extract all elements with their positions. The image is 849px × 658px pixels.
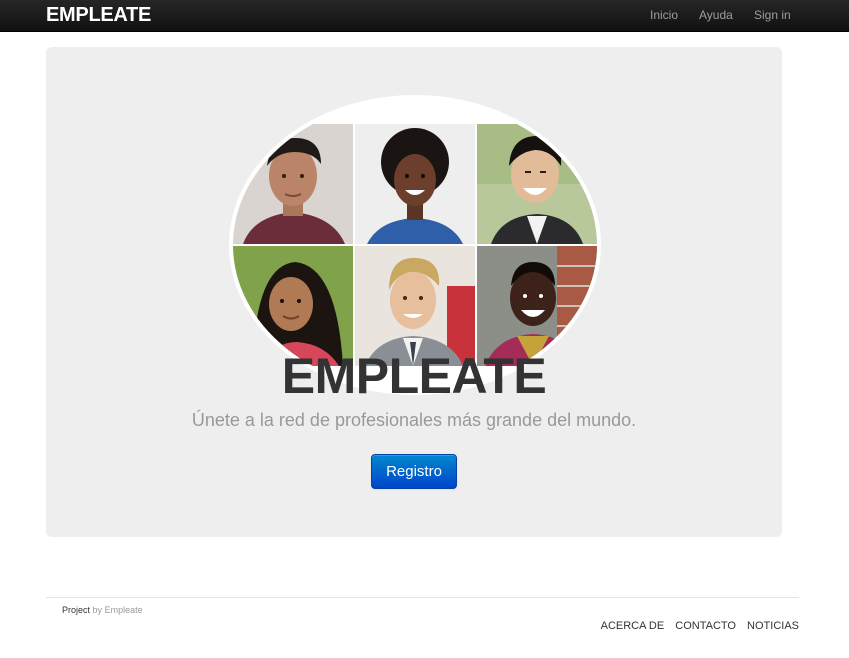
nav-link-sign-in[interactable]: Sign in (754, 8, 791, 22)
hero-unit: EMPLEATE Únete a la red de profesionales… (46, 47, 782, 537)
footer-divider (46, 597, 799, 598)
footer-link-noticias[interactable]: NOTICIAS (747, 620, 799, 632)
footer-link-acerca-de[interactable]: ACERCA DE (601, 620, 665, 632)
hero-subtitle: Únete a la red de profesionales más gran… (191, 410, 637, 430)
footer-credit: Project by Empleate (62, 605, 143, 615)
person-photo (355, 124, 475, 244)
footer-links: ACERCA DE CONTACTO NOTICIAS (593, 620, 799, 632)
footer-link-contacto[interactable]: CONTACTO (675, 620, 736, 632)
credit-by-text: by (92, 605, 103, 615)
nav-link-inicio[interactable]: Inicio (650, 8, 678, 22)
hero-title: EMPLEATE (281, 348, 547, 404)
person-photo (233, 124, 353, 244)
nav-link-ayuda[interactable]: Ayuda (699, 8, 733, 22)
credit-name-text: Empleate (104, 605, 143, 615)
registro-button[interactable]: Registro (371, 454, 457, 489)
person-photo (477, 124, 597, 244)
top-navbar: EMPLEATE Inicio Ayuda Sign in (0, 0, 849, 32)
credit-project-text: Project (62, 605, 91, 615)
brand-logo-link[interactable]: EMPLEATE (46, 4, 151, 27)
